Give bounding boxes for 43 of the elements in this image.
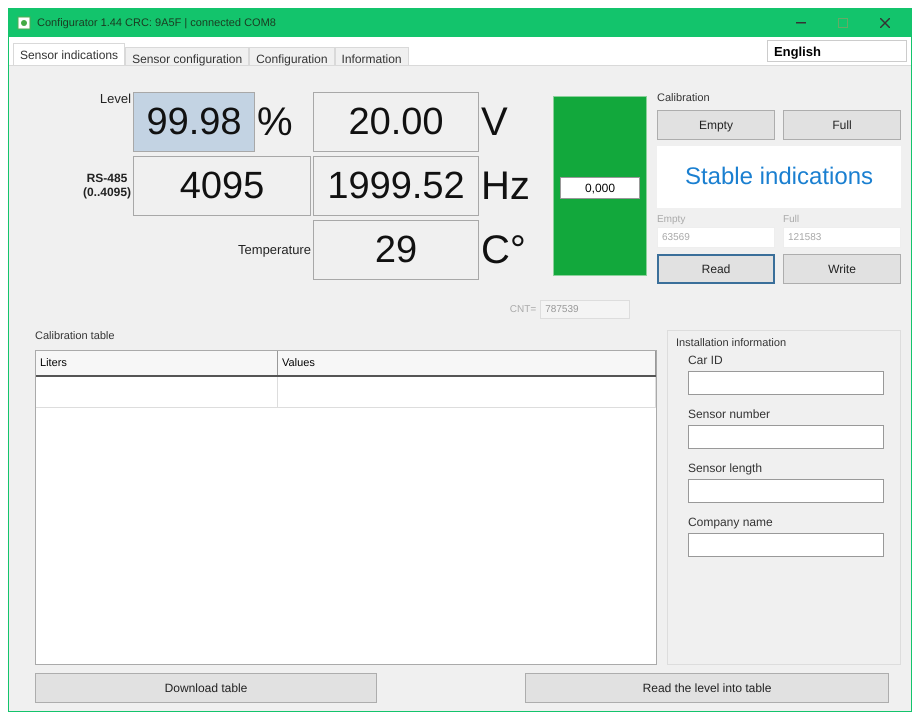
tab[interactable]: Configuration xyxy=(249,47,335,65)
unit-label: % xyxy=(257,100,294,144)
status-message: Stable indications xyxy=(657,146,901,208)
field-label: Sensor number xyxy=(688,407,772,421)
minimize-icon[interactable] xyxy=(796,22,806,24)
window-title: Configurator 1.44 CRC: 9A5F | connected COM8 xyxy=(37,17,277,29)
rs485-range: (0..4095) xyxy=(82,186,131,200)
level-label: Level xyxy=(100,92,131,107)
rs485-value: 4095 xyxy=(133,156,311,216)
rs485-label: RS-485 xyxy=(86,172,128,186)
read-level-button[interactable]: Read the level into table xyxy=(525,673,889,703)
cnt-field: 787539 xyxy=(540,300,630,319)
field-label: Car ID xyxy=(688,353,724,367)
frequency-value: 1999.52 xyxy=(313,156,479,216)
input-field[interactable] xyxy=(688,533,884,557)
column-header[interactable]: Values xyxy=(278,351,656,375)
unit-label: Hz xyxy=(481,164,531,208)
field-label: Sensor length xyxy=(688,461,764,475)
tab[interactable]: Information xyxy=(334,47,409,65)
input-field[interactable] xyxy=(688,479,884,503)
full-label: Full xyxy=(783,214,800,225)
group-title: Calibration table xyxy=(35,330,116,342)
tab[interactable]: Sensor configuration xyxy=(125,47,250,65)
unit-label: V xyxy=(481,100,509,144)
tab[interactable]: Sensor indications xyxy=(13,43,126,65)
app-icon xyxy=(17,16,31,30)
temperature-value: 29 xyxy=(313,220,479,280)
column-header[interactable]: Liters xyxy=(36,351,278,375)
input-field[interactable] xyxy=(688,425,884,449)
download-button[interactable]: Download table xyxy=(35,673,377,703)
language-dropdown[interactable]: English xyxy=(767,40,907,62)
empty-label: Empty xyxy=(657,214,686,225)
field-label: Company name xyxy=(688,515,774,529)
cnt-label: CNT= xyxy=(510,304,536,315)
level-value: 99.98 xyxy=(133,92,255,152)
close-icon[interactable] xyxy=(880,18,890,28)
unit-label: C° xyxy=(481,228,527,272)
group-title: Installation information xyxy=(676,337,788,349)
temperature-label: Temperature xyxy=(238,242,311,258)
voltage-value: 20.00 xyxy=(313,92,479,152)
input-field[interactable] xyxy=(688,371,884,395)
calibration-title: Calibration xyxy=(657,92,711,104)
gauge-value: 0,000 xyxy=(560,177,640,199)
